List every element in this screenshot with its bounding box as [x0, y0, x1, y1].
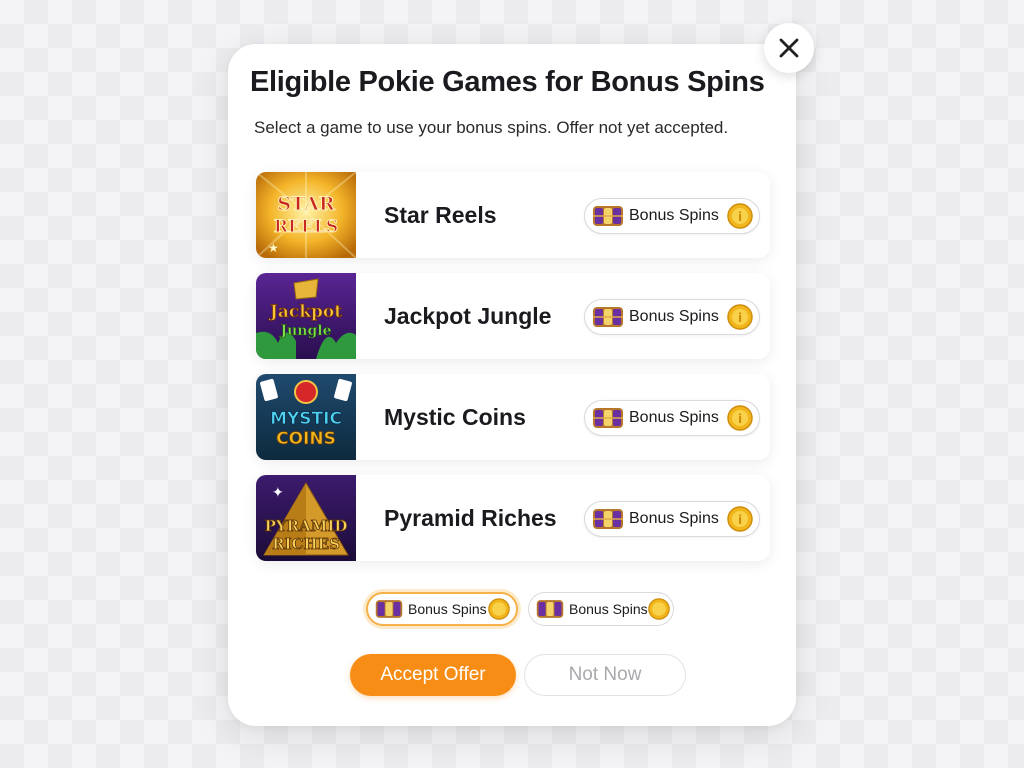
pyramid-riches-thumb-text-2: RICHES [272, 535, 340, 553]
mystic-coins-thumbnail: MYSTIC COINS [256, 374, 356, 460]
svg-text:i: i [738, 311, 742, 325]
game-card-star-reels[interactable]: STAR REELS ★ Star Reels Bonus Spins i [256, 172, 770, 258]
close-button[interactable] [764, 23, 814, 73]
pyramid-riches-thumb-text-1: PYRAMID [265, 517, 348, 535]
coin-icon [647, 598, 670, 620]
bonus-spins-badge: Bonus Spins i [584, 198, 760, 234]
star-reels-thumbnail: STAR REELS ★ [256, 172, 356, 258]
dialog-title: Eligible Pokie Games for Bonus Spins [250, 66, 765, 98]
spin-option-row: Bonus Spins Bonus Spins [366, 592, 674, 626]
spin-option-label: Bonus Spins [408, 601, 487, 617]
coin-icon: i [727, 304, 753, 330]
svg-text:i: i [738, 513, 742, 527]
jackpot-jungle-thumb-text-1: Jackpot [268, 302, 342, 322]
slot-reel-icon [593, 509, 623, 529]
game-name: Jackpot Jungle [384, 302, 552, 329]
spin-option-label: Bonus Spins [569, 601, 648, 617]
bonus-spins-badge: Bonus Spins i [584, 400, 760, 436]
spin-option-selected[interactable]: Bonus Spins [366, 592, 518, 626]
game-list: STAR REELS ★ Star Reels Bonus Spins i Ja… [256, 172, 770, 576]
accept-offer-button[interactable]: Accept Offer [350, 654, 516, 696]
coin-icon [488, 598, 510, 620]
action-buttons: Accept Offer Not Now [350, 654, 686, 696]
bonus-spins-badge: Bonus Spins i [584, 299, 760, 335]
spin-option[interactable]: Bonus Spins [528, 592, 674, 626]
slot-reel-icon [593, 206, 623, 226]
bonus-spins-dialog: Eligible Pokie Games for Bonus Spins Sel… [228, 44, 796, 726]
coin-icon: i [727, 203, 753, 229]
badge-label: Bonus Spins [629, 510, 719, 527]
slot-reel-icon [375, 600, 403, 618]
slot-reel-icon [536, 600, 564, 618]
svg-text:i: i [738, 210, 742, 224]
star-reels-thumb-text-1: STAR [277, 193, 335, 215]
svg-text:i: i [738, 412, 742, 426]
close-icon [779, 38, 799, 58]
slot-reel-icon [593, 408, 623, 428]
game-card-mystic-coins[interactable]: MYSTIC COINS Mystic Coins Bonus Spins i [256, 374, 770, 460]
game-card-pyramid-riches[interactable]: ✦ PYRAMID RICHES Pyramid Riches Bonus Sp… [256, 475, 770, 561]
badge-label: Bonus Spins [629, 409, 719, 426]
svg-text:★: ★ [268, 241, 279, 255]
star-reels-thumb-text-2: REELS [274, 217, 338, 237]
jackpot-jungle-thumbnail: Jackpot Jungle [256, 273, 356, 359]
bonus-spins-badge: Bonus Spins i [584, 501, 760, 537]
game-card-jackpot-jungle[interactable]: Jackpot Jungle Jackpot Jungle Bonus Spin… [256, 273, 770, 359]
jackpot-jungle-thumb-text-2: Jungle [279, 323, 332, 339]
mystic-coins-thumb-text-2: COINS [276, 429, 336, 449]
game-name: Mystic Coins [384, 403, 526, 430]
mystic-coins-thumb-text-1: MYSTIC [270, 409, 342, 429]
slot-reel-icon [593, 307, 623, 327]
game-name: Star Reels [384, 201, 497, 228]
coin-icon: i [727, 405, 753, 431]
dialog-subtitle: Select a game to use your bonus spins. O… [254, 118, 729, 137]
pyramid-riches-thumbnail: ✦ PYRAMID RICHES [256, 475, 356, 561]
badge-label: Bonus Spins [629, 207, 719, 224]
game-name: Pyramid Riches [384, 504, 557, 531]
badge-label: Bonus Spins [629, 308, 719, 325]
not-now-button[interactable]: Not Now [524, 654, 686, 696]
coin-icon: i [727, 506, 753, 532]
svg-text:✦: ✦ [272, 484, 284, 500]
